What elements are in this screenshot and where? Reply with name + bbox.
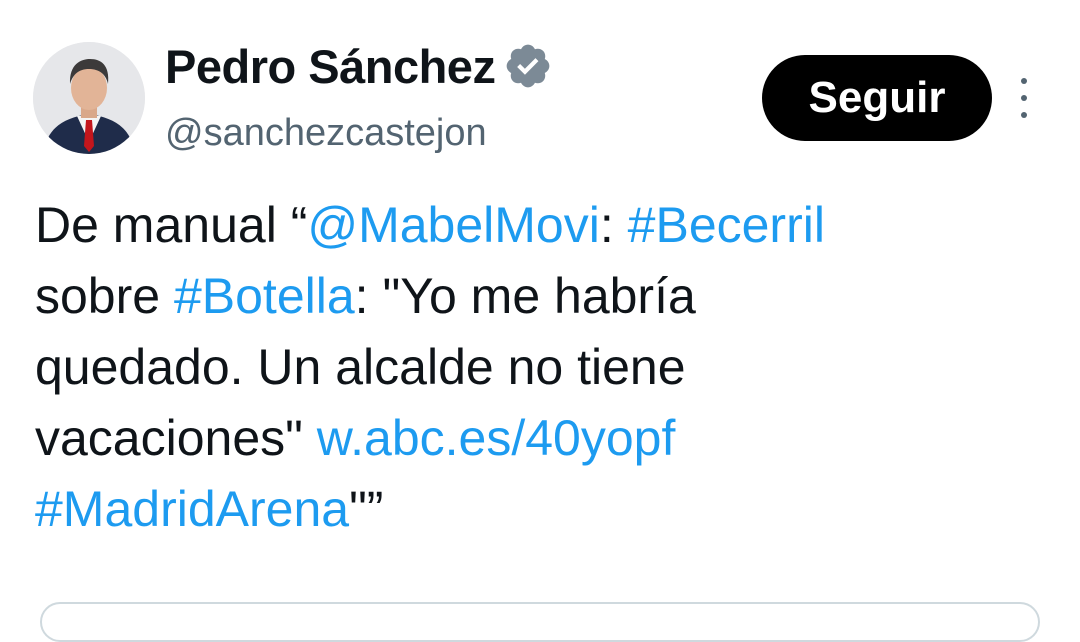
follow-button[interactable]: Seguir	[762, 55, 992, 141]
tweet-text-line: #MadridArena"”	[35, 474, 1055, 545]
author-name-row: Pedro Sánchez	[165, 38, 553, 94]
hashtag-link[interactable]: #Becerril	[628, 197, 825, 253]
mention-link[interactable]: @MabelMovi	[307, 197, 600, 253]
tweet-text-line: vacaciones" w.abc.es/40yopf	[35, 403, 1055, 474]
verified-badge-icon	[503, 41, 553, 91]
tweet-text-segment: :	[599, 197, 628, 253]
hashtag-link[interactable]: #MadridArena	[35, 481, 349, 537]
author-handle[interactable]: @sanchezcastejon	[165, 112, 487, 155]
tweet-text-line: De manual “@MabelMovi: #Becerril	[35, 190, 1055, 261]
hashtag-link[interactable]: #Botella	[174, 268, 355, 324]
ellipsis-dot	[1021, 78, 1027, 84]
tweet-text-segment: : "Yo me habría	[354, 268, 696, 324]
vertical-ellipsis-icon[interactable]	[1012, 78, 1036, 118]
tweet-text-segment: vacaciones"	[35, 410, 317, 466]
tweet-text: De manual “@MabelMovi: #Becerril sobre #B…	[35, 190, 1055, 545]
tweet-text-segment: De manual “	[35, 197, 308, 253]
tweet-text-segment: sobre	[35, 268, 174, 324]
link-preview-card[interactable]	[40, 602, 1040, 642]
avatar[interactable]	[33, 42, 145, 154]
ellipsis-dot	[1021, 112, 1027, 118]
tweet-text-segment: "”	[349, 481, 384, 537]
tweet-text-line: quedado. Un alcalde no tiene	[35, 332, 1055, 403]
avatar-photo	[33, 42, 145, 154]
tweet-text-line: sobre #Botella: "Yo me habría	[35, 261, 1055, 332]
display-name[interactable]: Pedro Sánchez	[165, 39, 496, 94]
tweet-text-segment: quedado. Un alcalde no tiene	[35, 339, 686, 395]
ellipsis-dot	[1021, 95, 1027, 101]
url-link[interactable]: w.abc.es/40yopf	[317, 410, 676, 466]
